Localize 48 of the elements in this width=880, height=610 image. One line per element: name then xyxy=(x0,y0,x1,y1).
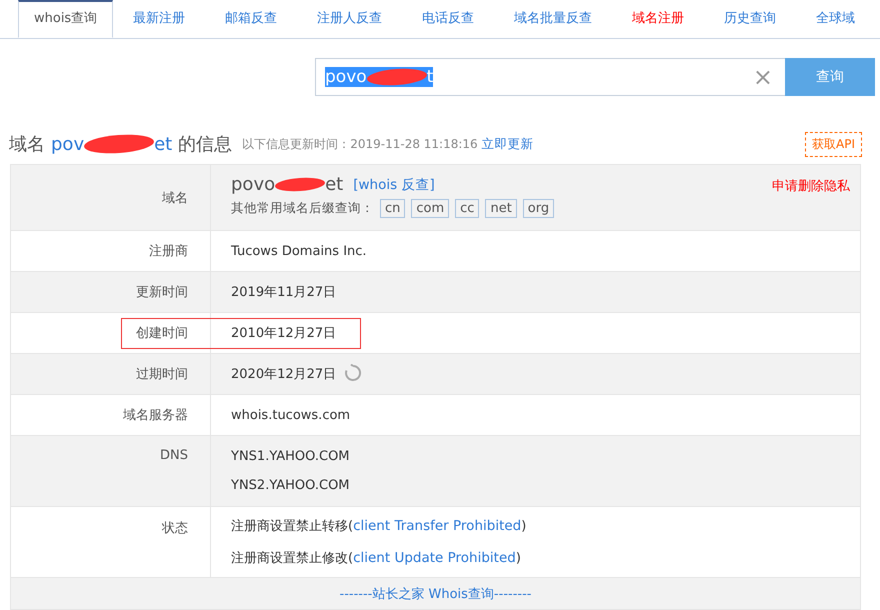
row-value: 2010年12月27日 xyxy=(231,325,336,342)
tab[interactable]: 电话反查 xyxy=(402,0,494,37)
row-label: DNS xyxy=(160,448,188,463)
suffix-link[interactable]: net xyxy=(485,199,517,218)
row-label: 域名服务器 xyxy=(123,407,188,424)
search-button[interactable]: 查询 xyxy=(785,58,875,96)
row-value: YNS1.YAHOO.COM xyxy=(231,449,350,464)
row-value: 2020年12月27日 xyxy=(231,366,336,383)
tab[interactable]: 域名注册 xyxy=(612,0,704,37)
status-text: 注册商设置禁止修改(client Update Prohibited) xyxy=(231,549,521,567)
tab[interactable]: 邮箱反查 xyxy=(205,0,298,37)
whois-reverse-link[interactable]: [whois 反查] xyxy=(353,176,435,194)
row-value: whois.tucows.com xyxy=(231,408,350,422)
row-value: Tucows Domains Inc. xyxy=(231,244,367,258)
suffix-link[interactable]: cn xyxy=(380,199,406,218)
refresh-icon[interactable] xyxy=(344,364,362,382)
status-text: 注册商设置禁止转移(client Transfer Prohibited) xyxy=(231,517,526,535)
row-value: 2019年11月27日 xyxy=(231,284,336,301)
suffix-link[interactable]: cc xyxy=(455,199,480,218)
suffix-link[interactable]: com xyxy=(411,199,450,218)
heading-label: 域名 xyxy=(9,133,45,156)
domain-name: povo et xyxy=(231,174,344,195)
tab[interactable]: 域名批量反查 xyxy=(494,0,612,37)
clear-button[interactable]: × xyxy=(752,63,773,91)
row-label: 更新时间 xyxy=(136,284,188,301)
tab[interactable]: whois查询 xyxy=(18,0,114,38)
footer-link[interactable]: -------站长之家 Whois查询-------- xyxy=(340,584,532,602)
suffix-label: 其他常用域名后缀查询： xyxy=(231,200,374,217)
tab[interactable]: 历史查询 xyxy=(704,0,796,37)
status-link[interactable]: client Transfer Prohibited xyxy=(353,518,522,534)
tab[interactable]: 注册人反查 xyxy=(297,0,402,37)
row-label: 状态 xyxy=(162,520,188,537)
row-value: YNS2.YAHOO.COM xyxy=(231,478,350,493)
status-link[interactable]: client Update Prohibited xyxy=(353,550,516,566)
privacy-link[interactable]: 申请删除隐私 xyxy=(772,177,850,195)
api-button[interactable]: 获取API xyxy=(805,132,862,156)
update-time: 以下信息更新时间：2019-11-28 11:18:16 xyxy=(242,136,478,152)
search-field[interactable]: povo t × xyxy=(315,58,785,96)
refresh-link[interactable]: 立即更新 xyxy=(482,136,534,152)
heading-domain: pov et xyxy=(51,134,172,154)
row-label: 域名 xyxy=(162,190,188,206)
suffix-link[interactable]: org xyxy=(522,199,554,218)
tab[interactable]: 最新注册 xyxy=(113,0,206,37)
row-label: 注册商 xyxy=(149,243,188,260)
row-label: 创建时间 xyxy=(136,325,188,342)
tab[interactable]: 全球域 xyxy=(796,0,876,37)
heading-label: 的信息 xyxy=(178,133,232,156)
row-label: 过期时间 xyxy=(136,366,188,383)
